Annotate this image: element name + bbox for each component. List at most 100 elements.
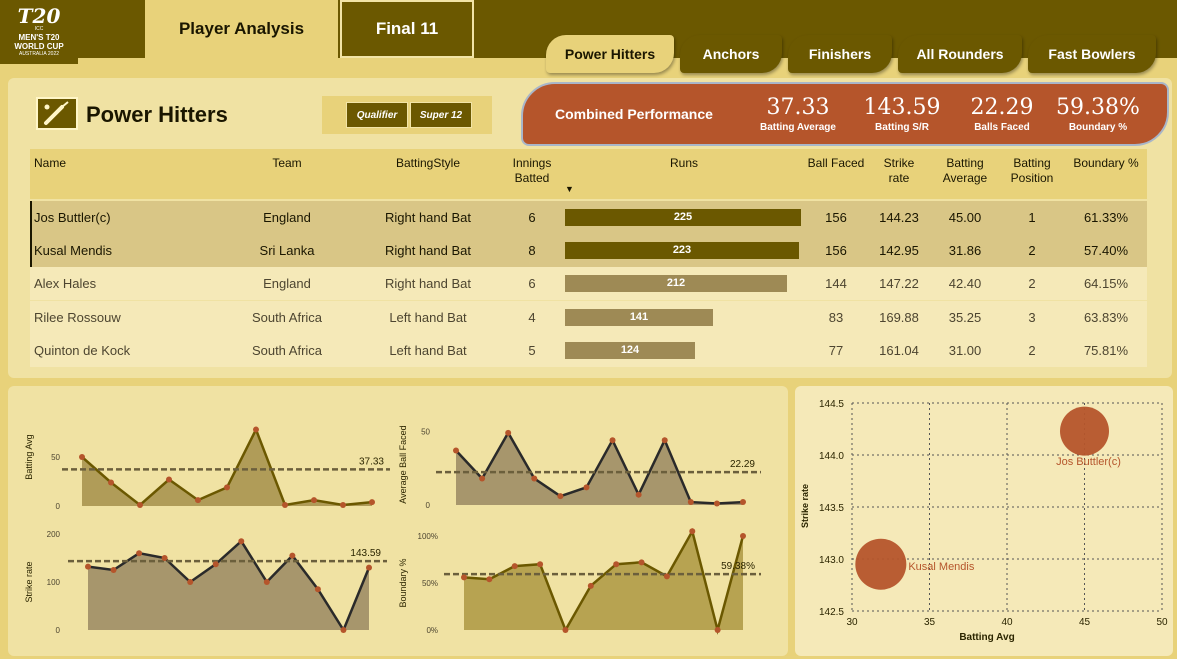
kpi-label: Batting Average [760, 122, 836, 133]
y-tick-label: 50 [421, 427, 430, 436]
col-team[interactable]: Team [242, 156, 332, 171]
player-name: Jos Buttler(c) [34, 210, 111, 225]
player-innings: 8 [528, 243, 536, 258]
data-point [583, 484, 590, 491]
data-point [635, 491, 642, 498]
bubble-label: Kusal Mendis [908, 561, 975, 573]
data-point [687, 499, 694, 506]
y-axis-label: Strike rate [800, 484, 810, 528]
filter-super12-button[interactable]: Super 12 [410, 102, 472, 128]
y-tick-label: 100 [47, 578, 61, 587]
col-name[interactable]: Name [34, 156, 66, 171]
tab-anchors[interactable]: Anchors [680, 35, 782, 73]
x-axis-label: Batting Avg [959, 632, 1014, 643]
nav-final-11[interactable]: Final 11 [340, 0, 474, 58]
player-batting-position: 3 [1028, 310, 1036, 325]
player-batting-average: 31.00 [948, 343, 982, 358]
runs-bar: 223 [565, 242, 799, 259]
tab-all-rounders[interactable]: All Rounders [898, 35, 1022, 73]
t20-world-cup-logo: T20 ICC MEN'S T20 WORLD CUP AUSTRALIA 20… [0, 0, 78, 64]
data-point [453, 447, 459, 454]
filter-qualifier-button[interactable]: Qualifier [346, 102, 408, 128]
player-batting-style: Right hand Bat [384, 276, 471, 291]
col-batting-average[interactable]: Batting Average [936, 156, 994, 186]
data-point [461, 574, 467, 581]
kpi-label: Boundary % [1068, 122, 1128, 133]
data-point [311, 497, 317, 504]
player-team: South Africa [251, 343, 323, 358]
player-balls-faced: 77 [828, 343, 844, 358]
y-tick-label: 143.5 [819, 503, 844, 514]
area-fill [464, 531, 743, 630]
col-boundary-pct[interactable]: Boundary % [1070, 156, 1142, 171]
data-point [263, 579, 270, 585]
col-strike-rate[interactable]: Strike rate [876, 156, 922, 186]
player-balls-faced: 83 [828, 310, 844, 325]
player-boundary-pct: 61.33% [1083, 210, 1129, 225]
kpi-balls-faced: 22.29 Balls Faced [957, 94, 1047, 134]
y-tick-label: 0 [426, 501, 431, 510]
nav-player-analysis[interactable]: Player Analysis [145, 0, 338, 58]
data-point [740, 533, 746, 539]
player-innings: 5 [528, 343, 536, 358]
data-point [713, 500, 720, 507]
bubble-label: Jos Buttler(c) [1056, 456, 1121, 468]
kpi-label: Batting S/R [875, 122, 929, 133]
player-batting-position: 2 [1028, 276, 1036, 291]
table-row[interactable]: Kusal Mendis Sri Lanka Right hand Bat 8 156 1… [30, 234, 1147, 267]
player-team: South Africa [251, 310, 323, 325]
data-point [108, 479, 114, 486]
logo-text-wc: WORLD CUP [14, 42, 64, 51]
sort-desc-icon[interactable]: ▼ [565, 184, 574, 194]
logo-text-venue: AUSTRALIA 2022 [18, 51, 60, 57]
tab-fast-bowlers[interactable]: Fast Bowlers [1028, 35, 1156, 73]
table-row[interactable]: Quinton de Kock South Africa Left hand Bat… [30, 334, 1147, 367]
data-point [740, 499, 746, 506]
data-point [689, 528, 696, 535]
data-point [562, 627, 569, 633]
trend-charts-panel: Batting Avg 0 50 37.33 Average Ball Faced 0 50… [8, 386, 788, 656]
combined-performance-card: Combined Performance 37.33 Batting Avera… [521, 82, 1169, 146]
logo-text-icc: ICC [34, 26, 44, 32]
main-panel: Power Hitters Qualifier Super 12 Combine… [8, 78, 1172, 378]
y-tick-label: 50 [51, 453, 60, 462]
y-axis-label: Average Ball Faced [398, 425, 408, 503]
player-balls-faced: 144 [825, 276, 847, 291]
kpi-batting-sr: 143.59 Batting S/R [857, 94, 947, 134]
table-row[interactable]: Rilee Rossouw South Africa Left hand Bat 4 8… [30, 301, 1147, 334]
scatter-bubble [855, 538, 907, 590]
player-batting-average: 42.40 [948, 276, 982, 291]
player-batting-average: 35.25 [948, 310, 982, 325]
average-reference-label: 59.38% [721, 561, 755, 572]
data-point [609, 437, 616, 444]
runs-bar: 225 [565, 209, 801, 226]
data-point [166, 476, 172, 483]
runs-bar: 141 [565, 309, 713, 326]
col-batting-style[interactable]: BattingStyle [378, 156, 478, 171]
col-batting-position[interactable]: Batting Position [1004, 156, 1060, 186]
data-point [486, 576, 493, 583]
player-strike-rate: 161.04 [879, 343, 919, 358]
logo-mark: T20 [17, 4, 61, 28]
col-runs[interactable]: Runs [560, 156, 808, 171]
tab-finishers[interactable]: Finishers [788, 35, 892, 73]
col-innings-batted[interactable]: Innings Batted [502, 156, 562, 186]
col-ball-faced[interactable]: Ball Faced [804, 156, 868, 171]
player-innings: 6 [528, 276, 536, 291]
kpi-batting-average: 37.33 Batting Average [753, 94, 843, 134]
kpi-value: 143.59 [863, 95, 941, 120]
player-batting-style: Left hand Bat [389, 343, 467, 358]
table-row[interactable]: Alex Hales England Right hand Bat 6 144 147.2… [30, 267, 1147, 300]
data-point [79, 454, 85, 460]
player-name: Quinton de Kock [34, 343, 131, 358]
tab-power-hitters[interactable]: Power Hitters [546, 35, 674, 73]
area-fill [456, 432, 743, 505]
data-point [253, 426, 259, 433]
x-tick-label: 35 [924, 617, 936, 628]
data-point [511, 563, 518, 570]
scatter-bubble [1060, 406, 1109, 456]
player-innings: 4 [528, 310, 536, 325]
table-row[interactable]: Jos Buttler(c) England Right hand Bat 6 156 1… [30, 201, 1147, 234]
x-tick-label: 30 [846, 617, 858, 628]
data-point [366, 564, 372, 571]
